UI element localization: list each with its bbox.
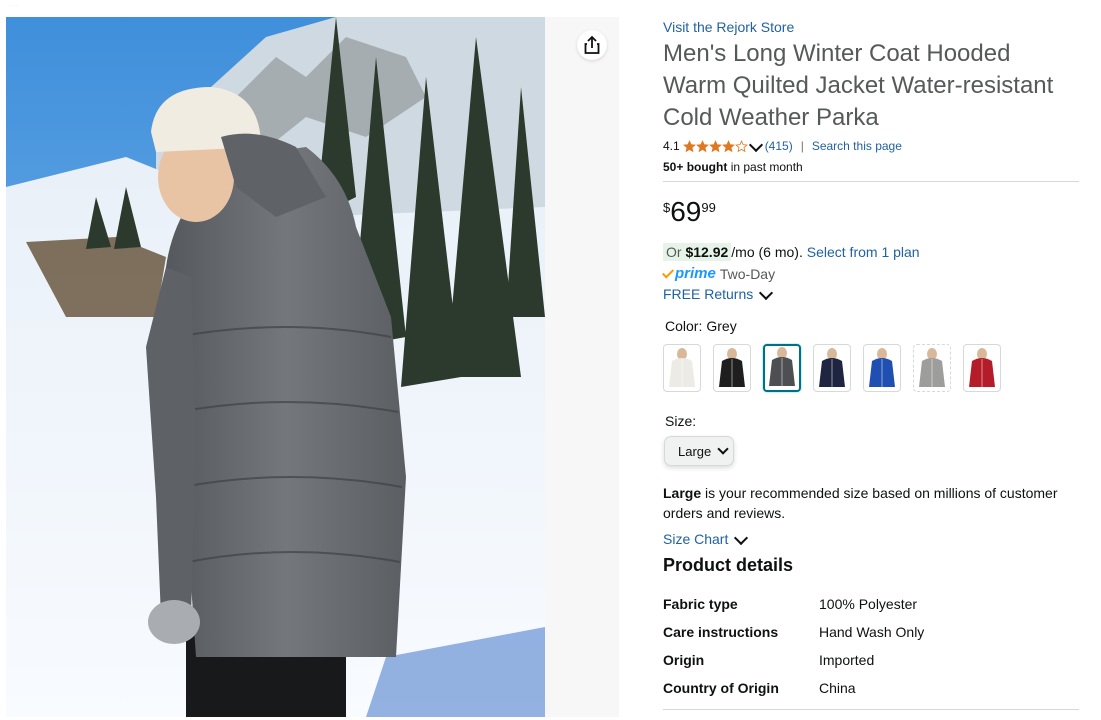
- recommendation-text: is your recommended size based on millio…: [663, 485, 1058, 521]
- chevron-down-icon[interactable]: [748, 137, 763, 152]
- chevron-down-icon: [717, 443, 729, 455]
- product-details-title: Product details: [663, 555, 794, 575]
- color-swatch[interactable]: [863, 344, 901, 392]
- color-selected-value: Grey: [706, 318, 737, 334]
- size-selected-value: Large: [678, 443, 712, 459]
- price: $ 69 99: [663, 196, 1079, 230]
- price-fraction: 99: [701, 200, 716, 215]
- star-icon: [695, 139, 709, 152]
- color-label-row: Color: Grey: [665, 317, 1079, 335]
- star-icon: [708, 139, 722, 152]
- share-icon: [584, 35, 600, 54]
- color-swatch[interactable]: [713, 344, 751, 392]
- installment-offer: Or $12.92/mo (6 mo). Select from 1 plan: [663, 242, 1079, 262]
- size-recommendation: Large is your recommended size based on …: [663, 483, 1073, 523]
- product-detail-row: Fabric type 100% Polyester: [663, 590, 924, 618]
- select-plan-link[interactable]: Select from 1 plan: [807, 244, 920, 260]
- product-main-image[interactable]: [6, 17, 545, 717]
- share-button[interactable]: [577, 30, 607, 60]
- recommended-size: Large: [663, 485, 702, 501]
- installment-term: /mo (6 mo).: [731, 244, 803, 260]
- detail-value: Imported: [819, 652, 875, 668]
- separator: |: [800, 139, 804, 153]
- color-label: Color:: [665, 318, 703, 334]
- coat-thumbnail: [769, 347, 795, 386]
- size-chart-link[interactable]: Size Chart: [663, 530, 1079, 548]
- product-detail-row: Country of Origin China: [663, 674, 924, 702]
- free-returns-label: FREE Returns: [663, 286, 754, 302]
- product-detail-row: Care instructions Hand Wash Only: [663, 618, 924, 646]
- divider: [663, 181, 1079, 182]
- rating-row: 4.1 (415) | Search this page: [663, 137, 1079, 154]
- coat-thumbnail: [919, 348, 945, 387]
- color-swatch-list: [663, 344, 1079, 392]
- size-dropdown[interactable]: Large: [664, 436, 734, 466]
- product-details-column: Visit the Rejork Store Men's Long Winter…: [661, 18, 1079, 710]
- faint-top-text: …: [8, 0, 19, 6]
- divider: [663, 709, 1079, 710]
- detail-value: China: [819, 680, 856, 696]
- installment-highlight: Or $12.92: [663, 243, 732, 261]
- star-icon: [721, 139, 735, 152]
- rating-stars[interactable]: [682, 139, 748, 153]
- size-label: Size:: [665, 413, 697, 429]
- bought-in-past-month: 50+ bought in past month: [663, 159, 1079, 175]
- rating-count-link[interactable]: (415): [765, 138, 793, 154]
- chevron-down-icon: [734, 530, 749, 545]
- color-swatch[interactable]: [963, 344, 1001, 392]
- size-chart-label: Size Chart: [663, 531, 729, 547]
- installment-prefix: Or: [666, 244, 682, 260]
- price-symbol: $: [663, 200, 671, 215]
- product-title: Men's Long Winter Coat Hooded Warm Quilt…: [663, 40, 1054, 131]
- color-swatch[interactable]: [763, 344, 801, 392]
- product-detail-row: Origin Imported: [663, 646, 924, 674]
- detail-value: 100% Polyester: [819, 596, 918, 612]
- detail-key: Fabric type: [663, 596, 738, 612]
- product-image-panel: [6, 17, 619, 717]
- color-swatch[interactable]: [813, 344, 851, 392]
- prime-delivery: prime Two-Day: [661, 265, 1079, 283]
- color-swatch[interactable]: [913, 344, 951, 392]
- star-icon: [734, 139, 748, 152]
- color-swatch[interactable]: [663, 344, 701, 392]
- star-icon: [682, 139, 696, 152]
- coat-thumbnail: [869, 348, 895, 387]
- price-whole: 69: [670, 196, 702, 227]
- detail-key: Care instructions: [663, 624, 779, 640]
- installment-amount: $12.92: [685, 244, 729, 260]
- bought-period: in past month: [730, 160, 803, 174]
- coat-thumbnail: [819, 348, 845, 387]
- chevron-down-icon: [759, 285, 774, 300]
- free-returns-link[interactable]: FREE Returns: [663, 285, 1079, 303]
- detail-key: Origin: [663, 652, 705, 668]
- coat-thumbnail: [669, 348, 695, 387]
- check-icon: [661, 265, 675, 279]
- detail-value: Hand Wash Only: [819, 624, 925, 640]
- bought-count: 50+ bought: [663, 160, 728, 174]
- detail-key: Country of Origin: [663, 680, 779, 696]
- store-link[interactable]: Visit the Rejork Store: [663, 18, 1079, 36]
- search-page-link[interactable]: Search this page: [812, 138, 902, 154]
- coat-thumbnail: [969, 348, 995, 387]
- coat-thumbnail: [719, 348, 745, 387]
- product-details-table: Fabric type 100% Polyester Care instructio…: [663, 590, 924, 702]
- delivery-speed: Two-Day: [719, 266, 776, 282]
- prime-badge: prime: [675, 265, 716, 282]
- rating-value: 4.1: [663, 139, 680, 153]
